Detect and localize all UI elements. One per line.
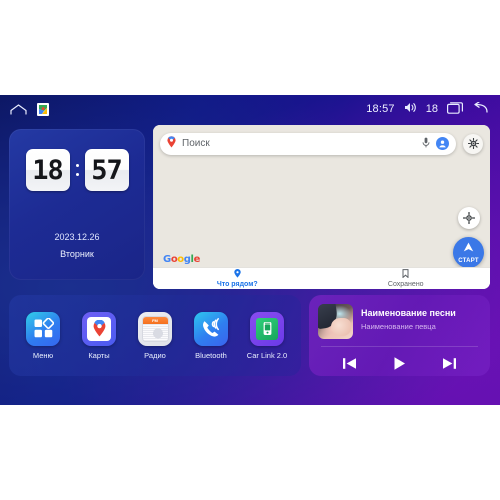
google-maps-icon	[82, 311, 116, 346]
radio-speaker-grill	[142, 323, 168, 341]
skip-next-icon[interactable]	[442, 357, 457, 370]
app-maps-label: Карты	[88, 350, 110, 360]
clock-widget[interactable]: 18 57 2023.12.26 Вторник	[9, 129, 145, 280]
track-artist: Наименование певца	[361, 322, 436, 331]
location-pin-icon	[234, 269, 241, 280]
start-button-label: СТАРТ	[458, 258, 479, 264]
microphone-icon[interactable]	[422, 135, 430, 153]
app-dock: Меню Карты FM Радио Bluetooth Car Link 2…	[9, 295, 301, 376]
music-player-widget[interactable]: Наименование песни Наименование певца	[309, 295, 490, 376]
music-divider	[321, 346, 478, 347]
google-logo: Google	[163, 254, 200, 265]
bookmark-icon	[402, 269, 409, 280]
battery-level: 18	[425, 103, 438, 115]
skip-previous-icon[interactable]	[342, 357, 357, 370]
tab-saved[interactable]: Сохранено	[322, 268, 491, 289]
clock-colon	[75, 164, 80, 176]
my-location-icon[interactable]	[458, 207, 480, 229]
tab-whats-nearby-label: Что рядом?	[216, 281, 258, 288]
clock-minutes: 57	[84, 149, 129, 191]
google-maps-widget[interactable]: Поиск СТАРТ Google Что рядом? Сохранено	[153, 125, 490, 289]
app-car-link[interactable]: Car Link 2.0	[241, 311, 293, 360]
flip-clock: 18 57	[9, 149, 145, 191]
back-icon[interactable]	[472, 100, 488, 117]
car-head-unit-home-screen: 18:57 18 18 57 2023.12.26 Вторник Поиск …	[0, 95, 500, 405]
maps-search-row: Поиск	[153, 125, 490, 157]
app-car-link-label: Car Link 2.0	[246, 350, 288, 360]
track-title: Наименование песни	[361, 308, 456, 318]
tab-whats-nearby[interactable]: Что рядом?	[153, 268, 322, 289]
album-art	[318, 304, 353, 339]
app-menu[interactable]: Меню	[17, 311, 69, 360]
google-maps-notification-icon[interactable]	[37, 102, 49, 116]
home-icon[interactable]	[10, 103, 27, 115]
app-bluetooth[interactable]: Bluetooth	[185, 311, 237, 360]
clock-date: 2023.12.26	[54, 232, 100, 242]
album-art-face	[331, 318, 351, 336]
clock-weekday: Вторник	[60, 249, 94, 259]
status-bar: 18:57 18	[0, 95, 500, 123]
app-radio[interactable]: FM Радио	[129, 311, 181, 360]
app-bluetooth-label: Bluetooth	[195, 350, 227, 360]
volume-icon	[404, 102, 417, 116]
apps-grid-icon	[26, 311, 60, 346]
map-pin-icon	[167, 135, 176, 153]
search-placeholder: Поиск	[182, 138, 210, 149]
map-layers-icon[interactable]	[463, 133, 483, 154]
play-icon[interactable]	[392, 356, 407, 371]
search-input[interactable]: Поиск	[160, 132, 456, 155]
status-clock: 18:57	[366, 103, 395, 115]
app-maps[interactable]: Карты	[73, 311, 125, 360]
car-link-icon	[250, 311, 284, 346]
start-navigation-button[interactable]: СТАРТ	[453, 237, 484, 268]
navigation-arrow-icon	[462, 241, 475, 259]
maps-tab-bar: Что рядом? Сохранено	[153, 267, 490, 289]
radio-band-label: FM	[142, 316, 168, 324]
radio-icon: FM	[138, 311, 172, 346]
music-controls	[309, 352, 490, 374]
recent-apps-icon[interactable]	[447, 101, 463, 117]
tab-saved-label: Сохранено	[387, 281, 424, 288]
account-avatar-icon[interactable]	[436, 137, 449, 150]
app-radio-label: Радио	[144, 350, 166, 360]
app-menu-label: Меню	[32, 350, 54, 360]
clock-hours: 18	[25, 149, 70, 191]
bluetooth-phone-icon	[194, 311, 228, 346]
